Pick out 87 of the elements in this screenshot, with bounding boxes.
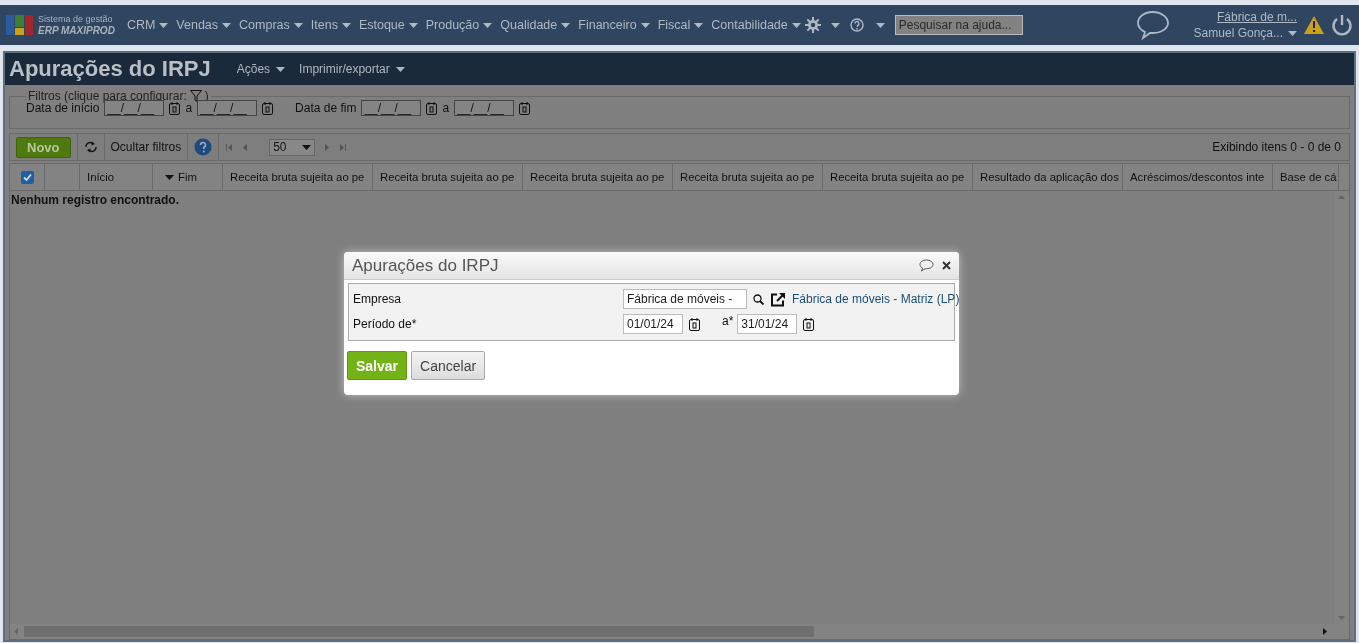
field-label: Empresa — [353, 292, 403, 306]
power-icon[interactable] — [1331, 14, 1353, 36]
caret-icon[interactable] — [408, 22, 418, 28]
menu-item[interactable]: Contabilidade — [707, 18, 805, 32]
date-field[interactable]: 31/01/24 — [737, 314, 798, 334]
column-header[interactable]: Receita bruta sujeita ao pe — [673, 164, 823, 190]
column-header[interactable]: Resultado da aplicação dos — [973, 164, 1123, 190]
caret-icon[interactable] — [875, 22, 885, 28]
column-header[interactable]: Receita bruta sujeita ao pe — [223, 164, 373, 190]
field-label: a* — [722, 314, 734, 328]
horizontal-scrollbar[interactable] — [10, 624, 1349, 639]
save-button[interactable]: Salvar — [347, 351, 408, 380]
caret-icon[interactable] — [293, 22, 303, 28]
column-header[interactable]: Receita bruta sujeita ao pe — [823, 164, 973, 190]
comment-icon[interactable] — [919, 259, 934, 272]
date-field[interactable]: __/__/__ — [361, 100, 422, 116]
empty-message: Nenhum registro encontrado. — [11, 193, 180, 207]
caret-icon[interactable] — [159, 22, 169, 28]
field-label: Período de* — [353, 317, 418, 331]
user-menu[interactable]: Samuel Gonça... — [1193, 25, 1297, 41]
column-header[interactable]: Receita bruta sujeita ao pe — [373, 164, 523, 190]
menu-item[interactable]: Fiscal — [653, 18, 708, 32]
menu-item[interactable]: CRM — [122, 18, 173, 32]
column-header[interactable]: Receita bruta sujeita ao pe — [523, 164, 673, 190]
action-menu[interactable]: Ações — [236, 62, 286, 76]
page-title: Apurações do IRPJ — [9, 56, 211, 82]
new-button[interactable]: Novo — [16, 136, 71, 158]
caret-icon[interactable] — [276, 66, 286, 72]
range-label: a — [442, 101, 450, 115]
column-header[interactable]: Acréscimos/descontos inte — [1123, 164, 1273, 190]
caret-icon[interactable] — [561, 22, 571, 28]
range-label: a — [185, 101, 193, 115]
company-link[interactable]: Fábrica de m... — [1216, 9, 1297, 25]
logo-icon — [6, 14, 34, 36]
menu-item[interactable]: Financeiro — [574, 18, 654, 32]
caret-icon[interactable] — [694, 22, 704, 28]
caret-icon[interactable] — [222, 22, 232, 28]
refresh-icon[interactable] — [83, 141, 98, 153]
calendar-icon[interactable] — [803, 317, 815, 331]
dialog-title: Apurações do IRPJ — [352, 255, 499, 276]
caret-icon[interactable] — [791, 22, 801, 28]
filter-label: Data de fim — [295, 101, 357, 115]
column-header[interactable]: Fim — [153, 164, 223, 190]
action-menu[interactable]: Imprimir/exportar — [299, 62, 405, 76]
caret-icon[interactable] — [395, 66, 405, 72]
date-field[interactable]: __/__/__ — [104, 100, 165, 116]
caret-icon[interactable] — [830, 22, 840, 28]
filter-label: Data de início — [26, 101, 100, 115]
caret-icon[interactable] — [483, 22, 493, 28]
company-field[interactable]: Fábrica de móveis - — [623, 289, 747, 309]
logo-text: Sistema de gestão — [38, 14, 114, 25]
menu-item[interactable]: Qualidade — [496, 18, 575, 32]
date-field[interactable]: __/__/__ — [197, 100, 258, 116]
menu-item[interactable]: Compras — [235, 18, 307, 32]
search-icon[interactable] — [753, 293, 764, 305]
column-header[interactable]: Base de cá — [1273, 164, 1339, 190]
column-header[interactable]: Início — [80, 164, 153, 190]
calendar-icon[interactable] — [689, 317, 700, 331]
select-all-checkbox[interactable] — [20, 170, 34, 184]
menu-item[interactable]: Vendas — [172, 18, 236, 32]
menu-item[interactable]: Estoque — [354, 18, 422, 32]
external-link-icon[interactable] — [770, 291, 786, 307]
sort-descending-icon[interactable] — [165, 174, 174, 180]
page-size-select[interactable]: 50 — [269, 138, 316, 156]
filter-icon[interactable] — [189, 90, 202, 102]
scroll-right-icon[interactable] — [1323, 628, 1327, 635]
logo-text: ERP MAXIPROD — [38, 25, 115, 36]
menu-item[interactable]: Produção — [421, 18, 497, 32]
filters-legend[interactable]: Filtros (clique para configurar: — [28, 89, 187, 103]
search-field[interactable]: Pesquisar na ajuda... — [894, 15, 1023, 35]
cancel-button[interactable]: Cancelar — [411, 351, 486, 380]
company-link[interactable]: Fábrica de móveis - Matriz (LP) — [792, 292, 960, 306]
warning-icon[interactable] — [1303, 15, 1325, 35]
hide-filters-button[interactable]: Ocultar filtros — [110, 140, 182, 154]
menu-item[interactable]: Itens — [306, 18, 355, 32]
help-icon[interactable] — [194, 138, 213, 156]
caret-icon[interactable] — [1288, 30, 1297, 36]
settings-icon[interactable] — [804, 17, 821, 33]
close-icon[interactable] — [942, 261, 951, 270]
help-icon[interactable] — [849, 18, 864, 32]
items-status: Exibindo itens 0 - 0 de 0 — [1212, 140, 1341, 154]
date-field[interactable]: __/__/__ — [454, 100, 515, 116]
caret-icon[interactable] — [341, 22, 351, 28]
caret-icon[interactable] — [302, 144, 312, 150]
chat-icon[interactable] — [1135, 10, 1170, 40]
caret-icon[interactable] — [640, 22, 650, 28]
date-field[interactable]: 01/01/24 — [623, 314, 683, 334]
